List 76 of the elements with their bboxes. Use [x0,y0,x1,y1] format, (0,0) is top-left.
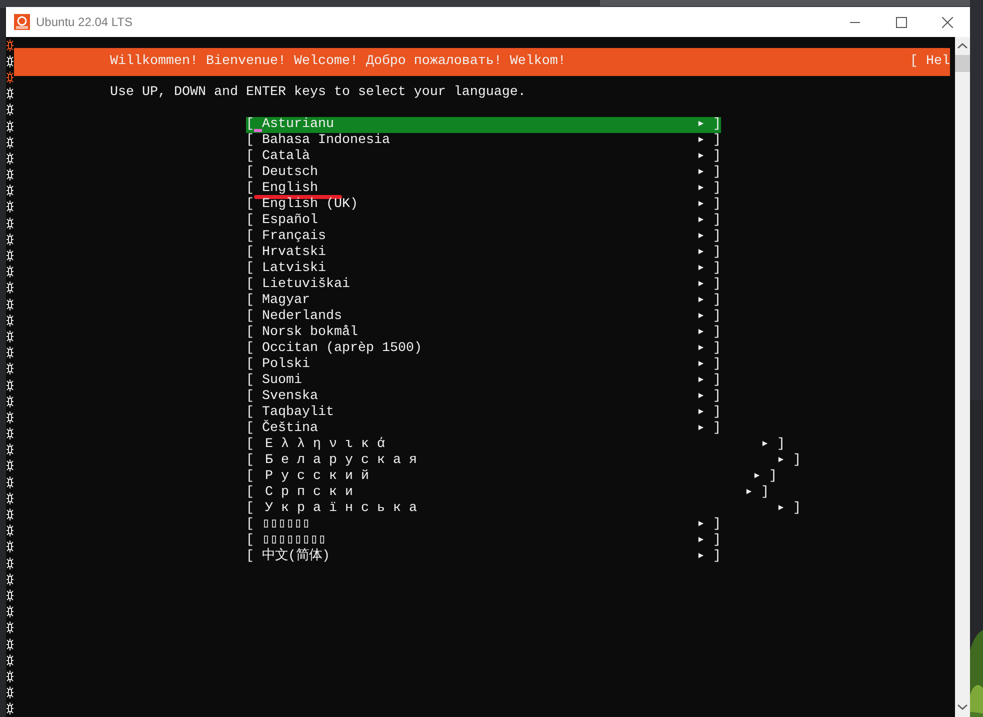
sun-icon [6,540,14,554]
sun-icon [6,120,14,133]
sun-icon [6,152,14,165]
sun-icon [6,556,14,570]
sun-icon [6,249,14,262]
instruction-text: Use UP, DOWN and ENTER keys to select your language. [110,85,526,101]
sun-icon [6,588,14,602]
language-item[interactable]: [ Беларуская ▸ ] [246,453,802,469]
sun-icon [6,330,14,343]
language-item[interactable]: [ Latviski ▸ ] [246,261,722,277]
sun-icon [6,200,14,214]
language-item[interactable]: [ Français ▸ ] [246,229,722,245]
sun-icon [6,702,14,716]
sun-icon [6,87,14,100]
language-item[interactable]: [ Русский ▸ ] [246,469,778,485]
language-item[interactable]: [ Svenska ▸ ] [246,389,722,405]
language-item[interactable]: [ ▯▯▯▯▯▯ ▸ ] [246,517,722,533]
language-item[interactable]: [ Norsk bokmål ▸ ] [246,325,722,341]
language-item[interactable]: [ Occitan (aprèp 1500) ▸ ] [246,341,722,357]
maximize-icon [896,16,906,28]
window-title: Ubuntu 22.04 LTS [36,14,134,31]
sun-icon [6,670,14,683]
sun-icon [6,638,14,651]
sun-icon [6,184,14,198]
sun-icon [6,476,14,489]
language-item[interactable]: [ Asturianu ▸ ] [246,117,722,133]
language-item[interactable]: [ Српски ▸ ] [246,485,770,501]
sun-icon [6,54,14,68]
sun-icon [6,265,14,278]
sun-icon [6,654,14,667]
sun-icon [6,216,14,230]
sun-icon [6,492,14,505]
sun-icon [6,136,14,149]
language-item[interactable]: [ Čeština ▸ ] [246,421,722,437]
sun-icon [6,298,14,311]
sun-icon [6,605,14,618]
language-item[interactable]: [ Suomi ▸ ] [246,373,722,389]
language-item[interactable]: [ Taqbaylit ▸ ] [246,405,722,421]
language-item[interactable]: [ 中文(简体) ▸ ] [246,549,722,565]
language-item[interactable]: [ English ▸ ] [246,181,722,197]
language-item[interactable]: [ Українська ▸ ] [246,501,802,517]
language-item[interactable]: [ Lietuviškai ▸ ] [246,277,722,293]
sun-icon [6,524,14,538]
sun-icon [6,281,14,294]
language-item[interactable]: [ ▯▯▯▯▯▯▯▯ ▸ ] [246,533,722,549]
sun-icon [6,346,14,360]
app-icon [14,14,30,30]
sun-icon [6,362,14,376]
text-cursor [254,129,262,132]
language-item[interactable]: [ Català ▸ ] [246,149,722,165]
sun-icon [6,378,14,392]
sun-icon [6,459,14,472]
sun-icon [6,394,14,408]
sun-icon [6,168,14,182]
sun-icon [6,103,14,116]
language-item[interactable]: [ Nederlands ▸ ] [246,309,722,325]
sun-icon [6,621,14,634]
language-item[interactable]: [ Hrvatski ▸ ] [246,245,722,261]
sun-icon [6,508,14,522]
language-item[interactable]: [ Magyar ▸ ] [246,293,722,309]
sun-icon [6,314,14,327]
language-item[interactable]: [ Bahasa Indonesia ▸ ] [246,133,722,149]
sun-icon [6,443,14,456]
language-item[interactable]: [ Ελληνικά ▸ ] [246,437,786,453]
close-icon [942,16,952,28]
sun-icon [6,410,14,424]
language-item[interactable]: [ English (UK) ▸ ] [246,197,722,213]
sun-icon [6,686,14,700]
sun-icon [6,572,14,586]
language-item[interactable]: [ Polski ▸ ] [246,357,722,373]
sun-icon [6,232,14,246]
scroll-thumb[interactable] [955,55,970,72]
sun-icon [6,427,14,440]
language-item[interactable]: [ Deutsch ▸ ] [246,165,722,181]
welcome-text: Willkommen! Bienvenue! Welcome! Добро пожаловать! Welkom! [110,54,566,70]
language-item[interactable]: [ Español ▸ ] [246,213,722,229]
